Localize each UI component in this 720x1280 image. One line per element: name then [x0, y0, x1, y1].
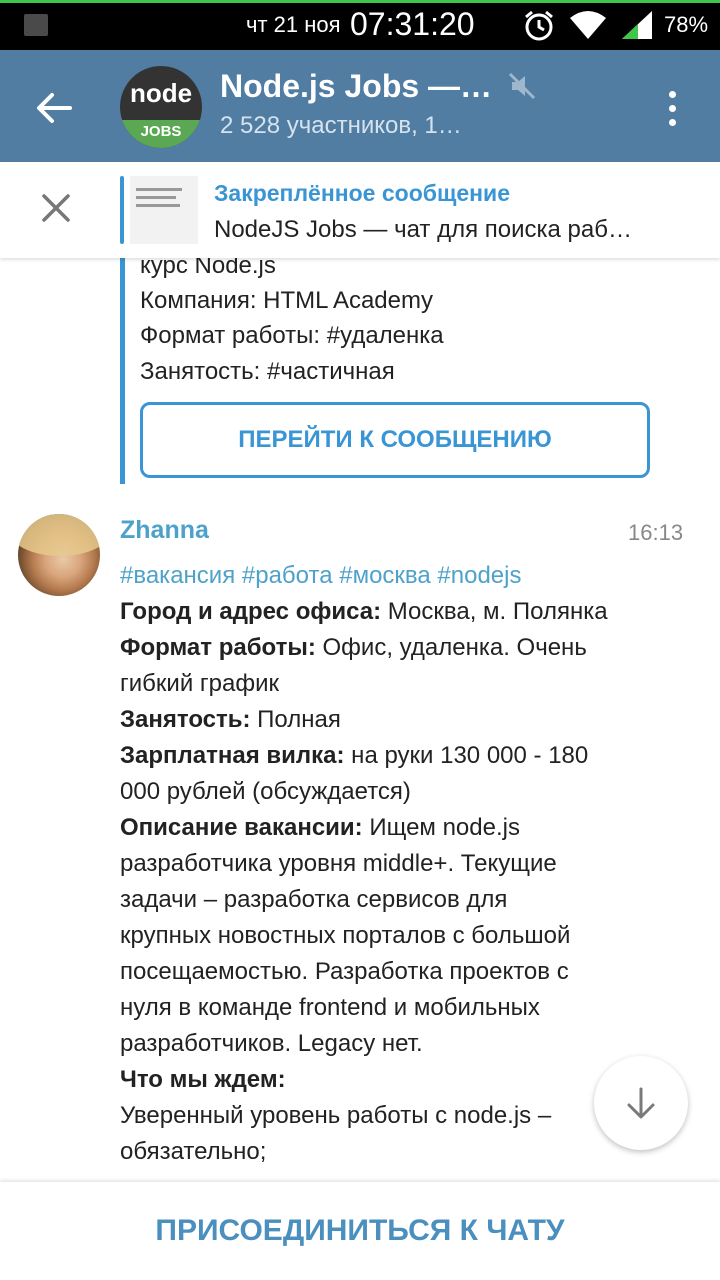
avatar-logo-band: JOBS: [120, 120, 202, 148]
notification-icon: [24, 14, 48, 36]
message-line-text: 000 рублей (обсуждается): [120, 778, 411, 805]
message-hashtags[interactable]: #вакансия #работа #москва #nodejs: [120, 558, 640, 594]
message-line-text: Полная: [250, 706, 341, 733]
message-line-text: на руки 130 000 - 180: [344, 742, 589, 769]
more-menu-button[interactable]: [648, 80, 696, 136]
wifi-icon: [570, 11, 606, 39]
pinned-message[interactable]: Закреплённое сообщение NodeJS Jobs — чат…: [0, 162, 720, 258]
chat-avatar[interactable]: node JOBS: [120, 66, 202, 148]
pinned-title: Закреплённое сообщение: [214, 180, 510, 206]
signal-icon: [622, 11, 652, 39]
previous-message-line: Компания: HTML Academy: [140, 287, 433, 314]
message-line-label: Занятость:: [120, 706, 251, 733]
message-line-label: Зарплатная вилка:: [120, 742, 345, 769]
avatar-logo-text: node: [129, 78, 193, 108]
avatar-photo: [18, 514, 100, 556]
message-line: крупных новостных порталов с большой: [120, 918, 640, 954]
message-line: разработчика уровня middle+. Текущие: [120, 846, 640, 882]
message-line: разработчиков. Legacy нет.: [120, 1026, 640, 1062]
message-line: Занятость: Полная: [120, 702, 640, 738]
close-icon: [42, 194, 70, 222]
close-pinned-button[interactable]: [30, 182, 82, 234]
message-line: посещаемостью. Разработка проектов с: [120, 954, 640, 990]
previous-message-line: Формат работы: #удаленка: [140, 322, 444, 349]
sender-name[interactable]: Zhanna: [120, 516, 209, 545]
message-line-label: Город и адрес офиса:: [120, 598, 382, 625]
battery-percent: 78%: [664, 12, 709, 37]
message-line-text: Офис, удаленка. Очень: [315, 634, 587, 661]
message-line: гибкий график: [120, 666, 640, 702]
join-chat-button[interactable]: ПРИСОЕДИНИТЬСЯ К ЧАТУ: [155, 1214, 564, 1248]
dot-icon: [668, 118, 676, 126]
chat-title[interactable]: Node.js Jobs —…: [220, 68, 492, 105]
progress-line: [0, 0, 720, 3]
avatar[interactable]: [18, 514, 100, 596]
message-line-text: Ищем node.js: [362, 814, 520, 841]
quote-bar: [120, 230, 125, 484]
pinned-accent-bar: [120, 176, 124, 244]
arrow-down-icon: [627, 1087, 655, 1119]
previous-message-line: Занятость: #частичная: [140, 358, 395, 385]
message-line-text: нуля в команде frontend и мобильных: [120, 994, 540, 1021]
message-line: Формат работы: Офис, удаленка. Очень: [120, 630, 640, 666]
message-time: 16:13: [628, 520, 684, 545]
alarm-icon: [525, 10, 553, 41]
pinned-text: NodeJS Jobs — чат для поиска раб…: [214, 216, 632, 243]
pinned-thumbnail: [130, 176, 198, 244]
message-body: #вакансия #работа #москва #nodejs Город …: [120, 558, 640, 1170]
status-date: чт 21 ноя: [246, 12, 341, 37]
status-time: 07:31:20: [350, 6, 475, 42]
message-line-text: Москва, м. Полянка: [381, 598, 608, 625]
message-line: Что мы ждем:: [120, 1062, 640, 1098]
message-line-text: посещаемостью. Разработка проектов с: [120, 958, 569, 985]
message-line: 000 рублей (обсуждается): [120, 774, 640, 810]
message-line-label: Описание вакансии:: [120, 814, 363, 841]
chat-header: node JOBS Node.js Jobs —… 2 528 участник…: [0, 50, 720, 162]
message-line: задачи – разработка сервисов для: [120, 882, 640, 918]
message-line-text: разработчика уровня middle+. Текущие: [120, 850, 557, 877]
message-line: нуля в команде frontend и мобильных: [120, 990, 640, 1026]
mute-icon: [508, 72, 536, 100]
message-line-text: гибкий график: [120, 670, 279, 697]
status-bar: чт 21 ноя 07:31:20 78%: [0, 0, 720, 50]
dot-icon: [668, 90, 676, 98]
scroll-down-button[interactable]: [594, 1056, 688, 1150]
message-line-text: обязательно;: [120, 1138, 267, 1165]
message-line: обязательно;: [120, 1134, 640, 1170]
message-line-label: Формат работы:: [120, 634, 316, 661]
message-line: Описание вакансии: Ищем node.js: [120, 810, 640, 846]
message-line-text: крупных новостных порталов с большой: [120, 922, 571, 949]
message-lines: Город и адрес офиса: Москва, м. Полянка Ф…: [120, 594, 640, 1170]
join-chat-bar[interactable]: ПРИСОЕДИНИТЬСЯ К ЧАТУ: [0, 1182, 720, 1280]
go-to-message-button[interactable]: ПЕРЕЙТИ К СООБЩЕНИЮ: [140, 402, 650, 478]
message-line-text: задачи – разработка сервисов для: [120, 886, 508, 913]
back-button[interactable]: [26, 80, 82, 136]
message-line-text: разработчиков. Legacy нет.: [120, 1030, 423, 1057]
message-line: Город и адрес офиса: Москва, м. Полянка: [120, 594, 640, 630]
message-line-label: Что мы ждем:: [120, 1066, 286, 1093]
chat-subtitle: 2 528 участников, 1…: [220, 112, 462, 139]
message-line: Зарплатная вилка: на руки 130 000 - 180: [120, 738, 640, 774]
dot-icon: [668, 104, 676, 112]
arrow-back-icon: [37, 93, 72, 123]
message-line-text: Уверенный уровень работы с node.js –: [120, 1102, 552, 1129]
message-line: Уверенный уровень работы с node.js –: [120, 1098, 640, 1134]
